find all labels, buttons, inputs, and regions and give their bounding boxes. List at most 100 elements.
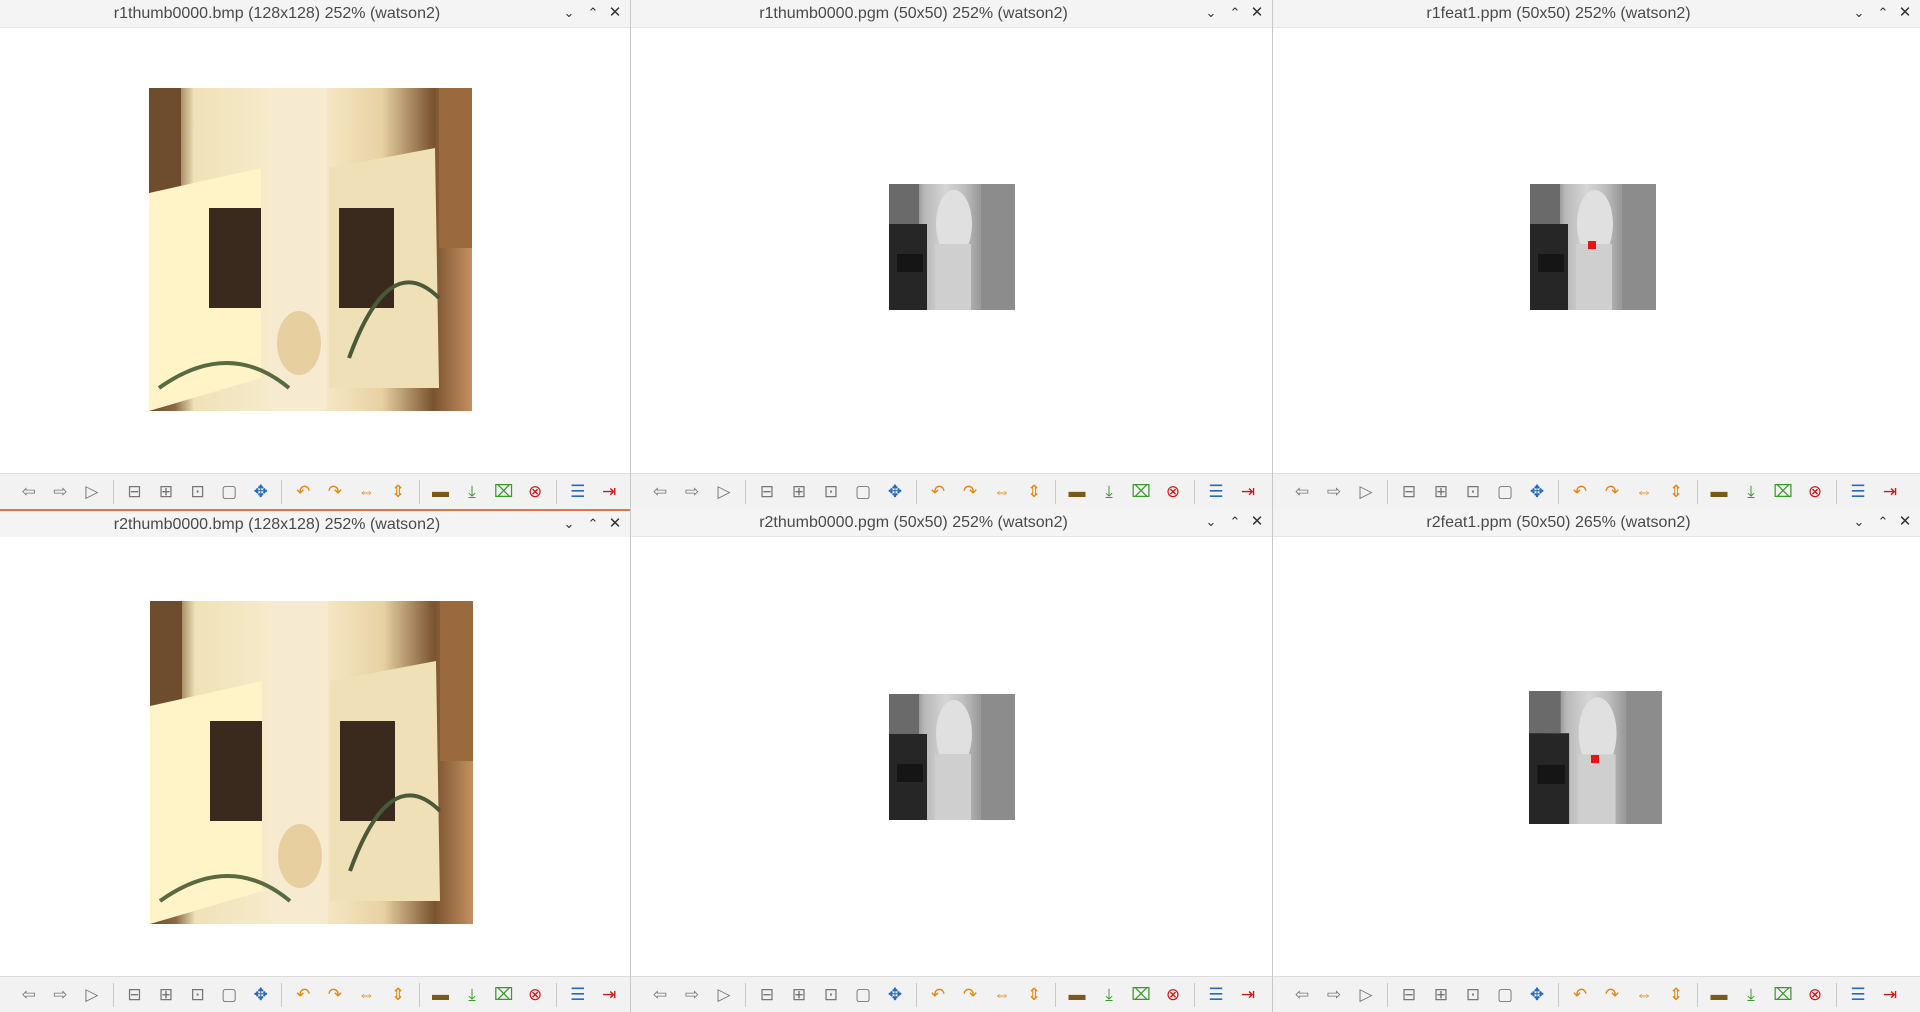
close-button[interactable]: ✕ xyxy=(606,515,624,533)
close-image-button[interactable]: ⊗ xyxy=(524,984,546,1006)
zoom-out-button[interactable]: ⊟ xyxy=(124,984,146,1006)
zoom-out-button[interactable]: ⊟ xyxy=(756,984,778,1006)
window-titlebar[interactable]: r2thumb0000.pgm (50x50) 252% (watson2) ⌄… xyxy=(631,509,1272,537)
properties-button[interactable]: ☰ xyxy=(1847,481,1869,503)
window-titlebar[interactable]: r2thumb0000.bmp (128x128) 252% (watson2)… xyxy=(0,509,630,539)
minimize-button[interactable]: ⌄ xyxy=(560,4,578,22)
open-file-button[interactable]: ▬ xyxy=(430,984,452,1006)
minimize-button[interactable]: ⌄ xyxy=(1202,513,1220,531)
fullscreen-button[interactable]: ✥ xyxy=(250,481,272,503)
fullscreen-button[interactable]: ✥ xyxy=(1526,481,1548,503)
close-button[interactable]: ✕ xyxy=(1248,4,1266,22)
minimize-button[interactable]: ⌄ xyxy=(1850,4,1868,22)
flip-vertical-button[interactable]: ⇕ xyxy=(387,984,409,1006)
quit-button[interactable]: ⇥ xyxy=(599,481,621,503)
zoom-original-button[interactable]: ▢ xyxy=(852,984,874,1006)
close-image-button[interactable]: ⊗ xyxy=(1804,481,1826,503)
maximize-button[interactable]: ⌃ xyxy=(1226,4,1244,22)
image-canvas[interactable] xyxy=(1273,28,1920,473)
zoom-in-button[interactable]: ⊞ xyxy=(788,481,810,503)
close-button[interactable]: ✕ xyxy=(1248,513,1266,531)
play-slideshow-button[interactable]: ▷ xyxy=(1355,984,1377,1006)
zoom-original-button[interactable]: ▢ xyxy=(218,481,240,503)
rotate-left-button[interactable]: ↶ xyxy=(292,481,314,503)
zoom-original-button[interactable]: ▢ xyxy=(1494,481,1516,503)
zoom-original-button[interactable]: ▢ xyxy=(852,481,874,503)
zoom-fit-button[interactable]: ⊡ xyxy=(1462,984,1484,1006)
delete-file-button[interactable]: ⌧ xyxy=(1772,481,1794,503)
delete-file-button[interactable]: ⌧ xyxy=(1130,481,1152,503)
image-canvas[interactable] xyxy=(631,28,1272,473)
flip-horizontal-button[interactable]: ⇔ xyxy=(1633,984,1655,1006)
next-image-button[interactable]: ⇨ xyxy=(1323,481,1345,503)
delete-file-button[interactable]: ⌧ xyxy=(1772,984,1794,1006)
minimize-button[interactable]: ⌄ xyxy=(560,515,578,533)
zoom-out-button[interactable]: ⊟ xyxy=(756,481,778,503)
rotate-right-button[interactable]: ↷ xyxy=(959,984,981,1006)
zoom-fit-button[interactable]: ⊡ xyxy=(820,984,842,1006)
flip-horizontal-button[interactable]: ⇔ xyxy=(356,984,378,1006)
maximize-button[interactable]: ⌃ xyxy=(1226,513,1244,531)
save-file-button[interactable]: ⤓ xyxy=(461,481,483,503)
image-window-r1thumb-pgm[interactable]: r1thumb0000.pgm (50x50) 252% (watson2) ⌄… xyxy=(631,0,1273,509)
quit-button[interactable]: ⇥ xyxy=(1237,984,1259,1006)
fullscreen-button[interactable]: ✥ xyxy=(1526,984,1548,1006)
delete-file-button[interactable]: ⌧ xyxy=(493,984,515,1006)
fullscreen-button[interactable]: ✥ xyxy=(884,984,906,1006)
delete-file-button[interactable]: ⌧ xyxy=(1130,984,1152,1006)
properties-button[interactable]: ☰ xyxy=(567,984,589,1006)
prev-image-button[interactable]: ⇦ xyxy=(649,984,671,1006)
minimize-button[interactable]: ⌄ xyxy=(1202,4,1220,22)
flip-horizontal-button[interactable]: ⇔ xyxy=(991,481,1013,503)
flip-horizontal-button[interactable]: ⇔ xyxy=(991,984,1013,1006)
flip-vertical-button[interactable]: ⇕ xyxy=(1023,481,1045,503)
prev-image-button[interactable]: ⇦ xyxy=(18,481,40,503)
rotate-right-button[interactable]: ↷ xyxy=(324,481,346,503)
save-file-button[interactable]: ⤓ xyxy=(1098,984,1120,1006)
save-file-button[interactable]: ⤓ xyxy=(1740,984,1762,1006)
close-button[interactable]: ✕ xyxy=(1896,4,1914,22)
minimize-button[interactable]: ⌄ xyxy=(1850,513,1868,531)
save-file-button[interactable]: ⤓ xyxy=(461,984,483,1006)
rotate-right-button[interactable]: ↷ xyxy=(1601,984,1623,1006)
open-file-button[interactable]: ▬ xyxy=(430,481,452,503)
next-image-button[interactable]: ⇨ xyxy=(681,984,703,1006)
zoom-out-button[interactable]: ⊟ xyxy=(1398,984,1420,1006)
open-file-button[interactable]: ▬ xyxy=(1708,984,1730,1006)
zoom-fit-button[interactable]: ⊡ xyxy=(187,481,209,503)
image-canvas[interactable] xyxy=(0,537,630,976)
zoom-out-button[interactable]: ⊟ xyxy=(124,481,146,503)
image-canvas[interactable] xyxy=(1273,537,1920,976)
zoom-in-button[interactable]: ⊞ xyxy=(155,481,177,503)
flip-vertical-button[interactable]: ⇕ xyxy=(1665,481,1687,503)
play-slideshow-button[interactable]: ▷ xyxy=(81,481,103,503)
zoom-original-button[interactable]: ▢ xyxy=(218,984,240,1006)
properties-button[interactable]: ☰ xyxy=(1205,481,1227,503)
image-window-r2thumb-pgm[interactable]: r2thumb0000.pgm (50x50) 252% (watson2) ⌄… xyxy=(631,509,1273,1012)
prev-image-button[interactable]: ⇦ xyxy=(1291,984,1313,1006)
quit-button[interactable]: ⇥ xyxy=(1879,481,1901,503)
rotate-left-button[interactable]: ↶ xyxy=(292,984,314,1006)
quit-button[interactable]: ⇥ xyxy=(1879,984,1901,1006)
close-image-button[interactable]: ⊗ xyxy=(1804,984,1826,1006)
flip-horizontal-button[interactable]: ⇔ xyxy=(356,481,378,503)
zoom-fit-button[interactable]: ⊡ xyxy=(187,984,209,1006)
quit-button[interactable]: ⇥ xyxy=(599,984,621,1006)
flip-vertical-button[interactable]: ⇕ xyxy=(387,481,409,503)
image-window-r2thumb-bmp[interactable]: r2thumb0000.bmp (128x128) 252% (watson2)… xyxy=(0,509,631,1012)
fullscreen-button[interactable]: ✥ xyxy=(250,984,272,1006)
close-button[interactable]: ✕ xyxy=(606,4,624,22)
open-file-button[interactable]: ▬ xyxy=(1066,984,1088,1006)
image-window-r2feat1-ppm[interactable]: r2feat1.ppm (50x50) 265% (watson2) ⌄ ⌃ ✕… xyxy=(1273,509,1920,1012)
zoom-fit-button[interactable]: ⊡ xyxy=(820,481,842,503)
image-canvas[interactable] xyxy=(631,537,1272,976)
save-file-button[interactable]: ⤓ xyxy=(1740,481,1762,503)
properties-button[interactable]: ☰ xyxy=(1847,984,1869,1006)
maximize-button[interactable]: ⌃ xyxy=(1874,513,1892,531)
flip-vertical-button[interactable]: ⇕ xyxy=(1665,984,1687,1006)
quit-button[interactable]: ⇥ xyxy=(1237,481,1259,503)
window-titlebar[interactable]: r1thumb0000.bmp (128x128) 252% (watson2)… xyxy=(0,0,630,28)
close-button[interactable]: ✕ xyxy=(1896,513,1914,531)
window-titlebar[interactable]: r1thumb0000.pgm (50x50) 252% (watson2) ⌄… xyxy=(631,0,1272,28)
flip-vertical-button[interactable]: ⇕ xyxy=(1023,984,1045,1006)
